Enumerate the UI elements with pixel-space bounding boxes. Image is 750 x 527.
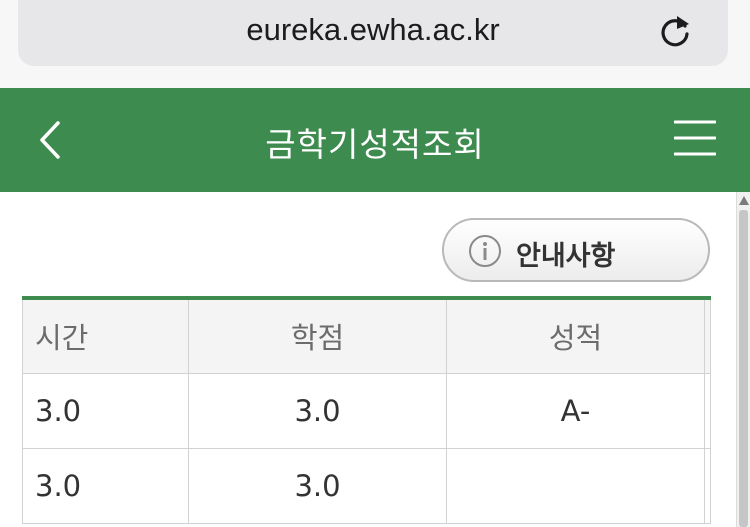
info-icon <box>469 235 501 267</box>
grade-table: 시간 학점 성적 3.0 3.0 A- 3.0 3.0 <box>22 296 711 524</box>
cell-credit: 3.0 <box>188 372 447 449</box>
table-row: 3.0 3.0 A- <box>22 372 711 449</box>
cell-extra <box>704 372 711 449</box>
column-header-grade: 성적 <box>446 297 705 374</box>
scroll-up-arrow-icon[interactable] <box>739 196 749 205</box>
cell-extra <box>704 447 711 524</box>
cell-credit: 3.0 <box>188 447 447 524</box>
browser-toolbar: eureka.ewha.ac.kr <box>0 0 750 88</box>
column-header-time: 시간 <box>22 297 189 374</box>
main-content: 안내사항 시간 학점 성적 3.0 3.0 A- 3.0 3.0 <box>0 192 750 527</box>
notice-button[interactable]: 안내사항 <box>442 218 710 282</box>
table-header-row: 시간 학점 성적 <box>22 297 711 374</box>
table-row: 3.0 3.0 <box>22 447 711 524</box>
app-header: 금학기성적조회 <box>0 88 750 192</box>
scrollbar-thumb[interactable] <box>739 210 748 527</box>
cell-time: 3.0 <box>22 372 189 449</box>
cell-time: 3.0 <box>22 447 189 524</box>
column-header-extra <box>704 297 711 374</box>
hamburger-menu-icon[interactable] <box>674 118 716 158</box>
vertical-scrollbar[interactable] <box>736 192 750 527</box>
reload-icon[interactable] <box>658 14 692 48</box>
address-bar[interactable]: eureka.ewha.ac.kr <box>18 0 728 66</box>
column-header-credit: 학점 <box>188 297 447 374</box>
url-text: eureka.ewha.ac.kr <box>246 12 500 47</box>
cell-grade: A- <box>446 372 705 449</box>
page-title: 금학기성적조회 <box>265 125 485 164</box>
notice-button-label: 안내사항 <box>516 241 616 272</box>
cell-grade <box>446 447 705 524</box>
